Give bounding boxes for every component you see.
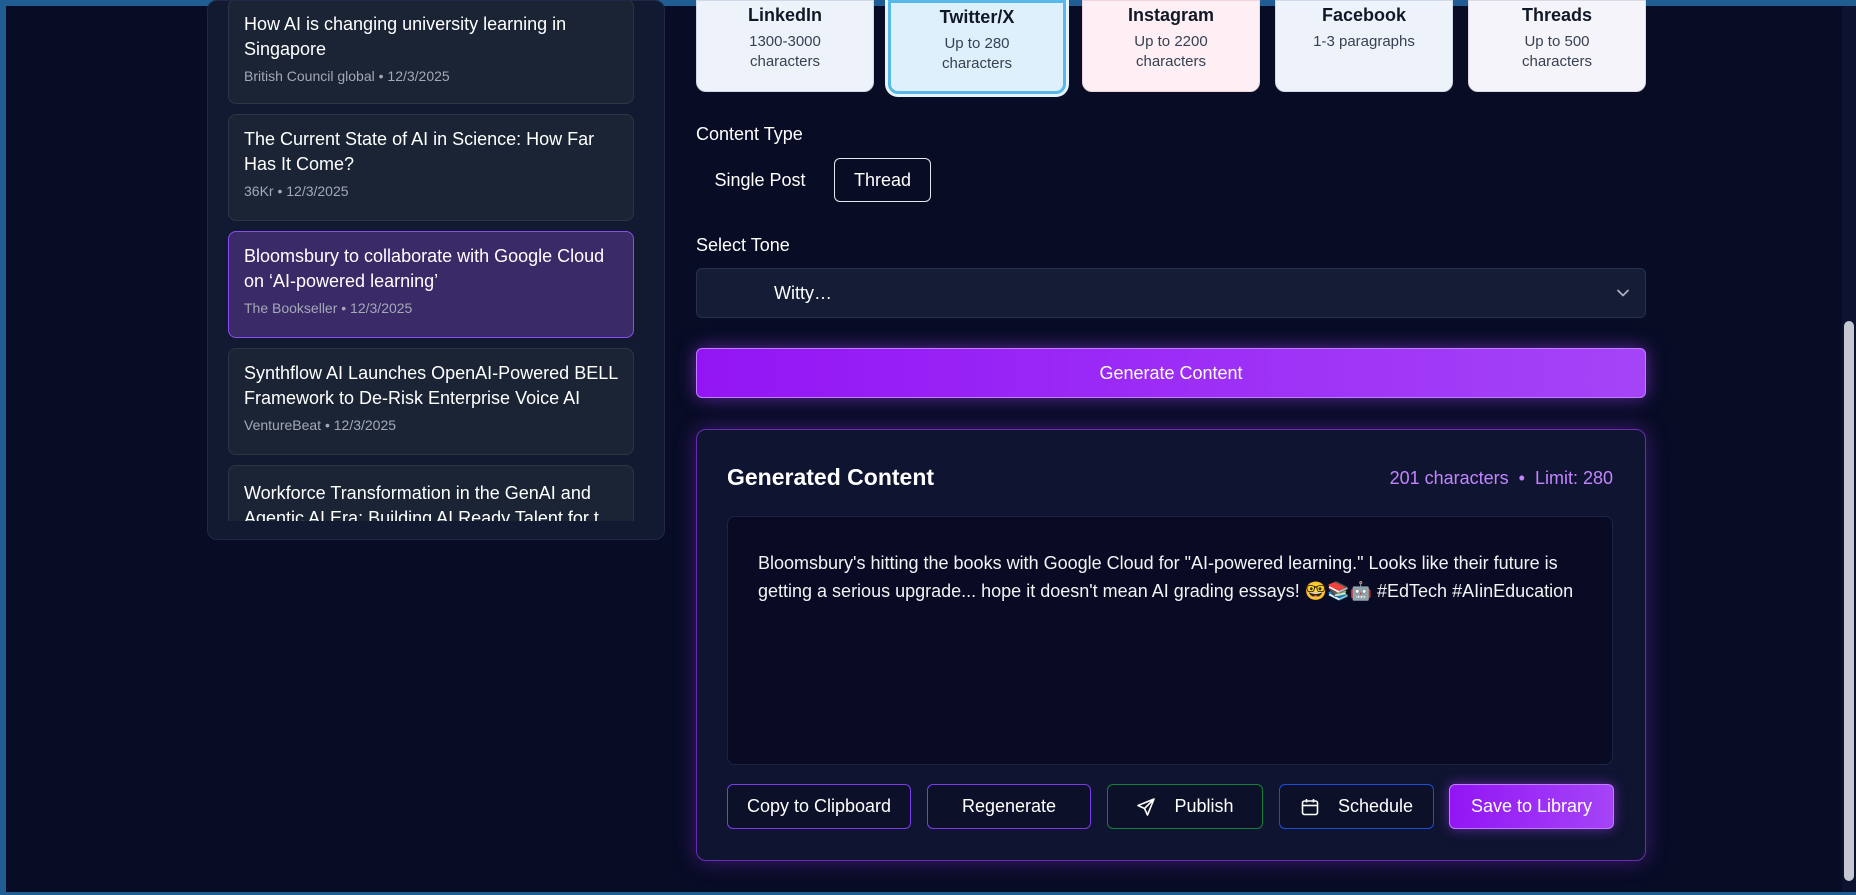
schedule-label: Schedule (1337, 796, 1414, 816)
news-item[interactable]: How AI is changing university learning i… (228, 1, 634, 104)
platform-name: Instagram (1127, 5, 1215, 25)
tone-select[interactable]: Witty… (696, 268, 1646, 318)
regenerate-button[interactable]: Regenerate (927, 784, 1091, 829)
news-item-title: The Current State of AI in Science: How … (244, 129, 595, 174)
generated-content-text[interactable]: Bloomsbury's hitting the books with Goog… (727, 516, 1613, 765)
platform-card-facebook[interactable]: Facebook 1-3 paragraphs (1275, 0, 1453, 92)
platform-limit: Up to 500 characters (1521, 33, 1593, 70)
tone-selected-value: Witty… (774, 283, 832, 303)
news-item-title: How AI is changing university learning i… (244, 14, 567, 59)
content-type-label: Content Type (696, 124, 803, 144)
news-item[interactable]: Workforce Transformation in the GenAI an… (228, 465, 634, 521)
generated-content-title: Generated Content (727, 464, 935, 490)
save-to-library-button[interactable]: Save to Library (1449, 784, 1614, 829)
publish-button[interactable]: Publish (1107, 784, 1263, 829)
news-item-meta: The Bookseller • 12/3/2025 (244, 300, 413, 316)
platform-card-threads[interactable]: Threads Up to 500 characters (1468, 0, 1646, 92)
news-item[interactable]: Synthflow AI Launches OpenAI-Powered BEL… (228, 348, 634, 455)
platform-card-linkedin[interactable]: LinkedIn 1300-3000 characters (696, 0, 874, 92)
calendar-icon (1301, 798, 1319, 815)
generated-content-card: Generated Content 201 characters • Limit… (696, 429, 1646, 861)
copy-label: Copy to Clipboard (746, 796, 892, 816)
platform-name: Facebook (1321, 5, 1407, 25)
news-item-title: Workforce Transformation in the GenAI an… (244, 483, 599, 521)
news-list: How AI is changing university learning i… (228, 1, 634, 521)
platform-card-twitter[interactable]: Twitter/X Up to 280 characters (888, 0, 1066, 94)
news-item-selected[interactable]: Bloomsbury to collaborate with Google Cl… (228, 231, 634, 338)
news-item-meta: VentureBeat • 12/3/2025 (244, 417, 397, 433)
content-type-thread[interactable]: Thread (834, 158, 931, 202)
platform-limit: Up to 280 characters (941, 35, 1013, 72)
news-item-title: Bloomsbury to collaborate with Google Cl… (244, 246, 605, 291)
news-item[interactable]: The Current State of AI in Science: How … (228, 114, 634, 221)
platform-limit: 1-3 paragraphs (1313, 33, 1415, 50)
news-list-card: How AI is changing university learning i… (207, 0, 665, 540)
save-label: Save to Library (1470, 796, 1593, 816)
news-item-title: Synthflow AI Launches OpenAI-Powered BEL… (244, 363, 618, 408)
platform-name: Twitter/X (939, 7, 1015, 27)
platform-card-instagram[interactable]: Instagram Up to 2200 characters (1082, 0, 1260, 92)
content-type-single-post[interactable]: Single Post (700, 158, 820, 202)
regenerate-label: Regenerate (961, 796, 1057, 816)
platform-limit: 1300-3000 characters (749, 33, 821, 70)
send-icon (1137, 797, 1156, 816)
page-scrollbar-thumb[interactable] (1844, 321, 1854, 881)
publish-label: Publish (1174, 796, 1234, 816)
copy-to-clipboard-button[interactable]: Copy to Clipboard (727, 784, 911, 829)
page-scrollbar[interactable] (1842, 6, 1856, 892)
tone-label: Select Tone (696, 235, 790, 255)
schedule-button[interactable]: Schedule (1279, 784, 1434, 829)
platform-name: Threads (1521, 5, 1593, 25)
generate-content-button[interactable]: Generate Content (696, 348, 1646, 398)
news-item-meta: 36Kr • 12/3/2025 (244, 183, 349, 199)
chevron-down-icon (1617, 289, 1629, 297)
character-count: 201 characters • Limit: 280 (1389, 468, 1613, 488)
news-item-meta: British Council global • 12/3/2025 (244, 68, 450, 84)
platform-name: LinkedIn (747, 5, 822, 25)
platform-limit: Up to 2200 characters (1134, 33, 1208, 70)
